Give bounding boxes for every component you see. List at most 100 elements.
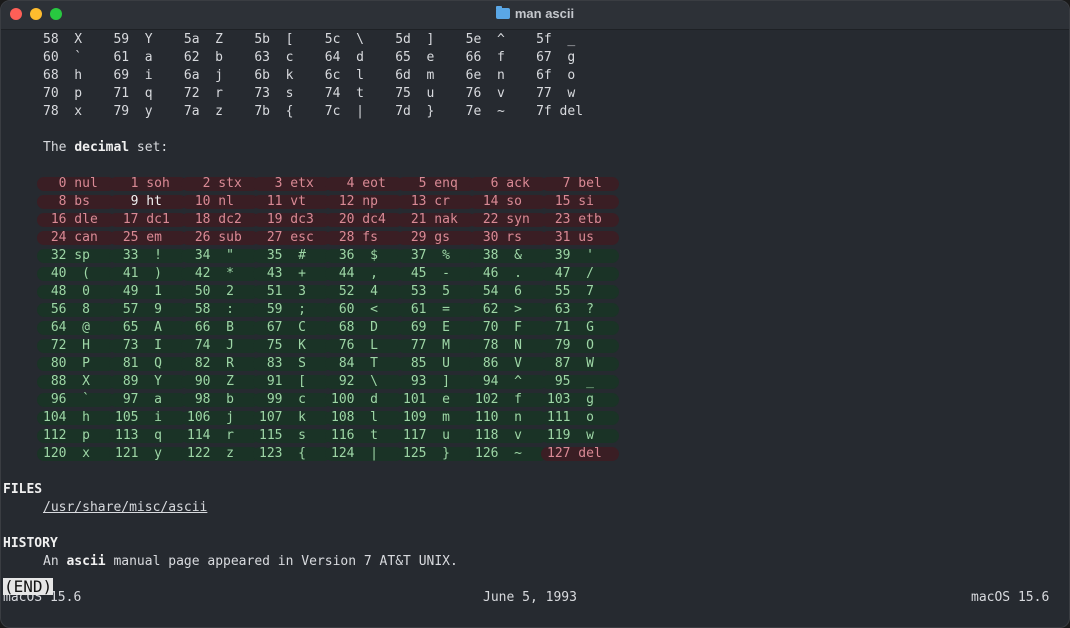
ascii-cell: 60 <: [331, 302, 386, 317]
ascii-cell: 106 j: [187, 410, 242, 425]
ascii-cell: 102 f: [475, 392, 530, 407]
ascii-cell: 111 o: [547, 410, 602, 425]
ascii-cell: 114 r: [187, 428, 242, 443]
ascii-cell: 81 Q: [115, 356, 170, 371]
ascii-cell: 50 2: [187, 284, 242, 299]
ascii-cell: 29 gs: [403, 230, 458, 245]
ascii-cell: 76 L: [331, 338, 386, 353]
ascii-cell: 64 @: [43, 320, 98, 335]
footer-center: June 5, 1993: [483, 590, 577, 605]
ascii-cell: 69 E: [403, 320, 458, 335]
ascii-cell: 19 dc3: [259, 212, 314, 227]
ascii-cell: 101 e: [403, 392, 458, 407]
ascii-cell: 28 fs: [331, 230, 386, 245]
ascii-cell: 11 vt: [259, 194, 314, 209]
ascii-cell: 113 q: [115, 428, 170, 443]
ascii-cell: 124 |: [331, 446, 386, 461]
ascii-cell: 18 dc2: [187, 212, 242, 227]
ascii-cell: 23 etb: [547, 212, 602, 227]
ascii-cell: 59 ;: [259, 302, 314, 317]
ascii-cell: 52 4: [331, 284, 386, 299]
decimal-intro-bold: decimal: [74, 140, 130, 155]
ascii-cell: 80 P: [43, 356, 98, 371]
ascii-cell: 46 .: [475, 266, 530, 281]
ascii-cell: 38 &: [475, 248, 530, 263]
ascii-cell: 34 ": [187, 248, 242, 263]
ascii-cell: 96 `: [43, 392, 98, 407]
ascii-cell: 74 J: [187, 338, 242, 353]
ascii-cell: 73 I: [115, 338, 170, 353]
ascii-cell: 2 stx: [187, 176, 242, 191]
ascii-cell: 10 nl: [187, 194, 242, 209]
ascii-cell: 42 *: [187, 266, 242, 281]
ascii-cell: 90 Z: [187, 374, 242, 389]
ascii-cell: 88 X: [43, 374, 98, 389]
ascii-cell: 92 \: [331, 374, 386, 389]
ascii-cell: 47 /: [547, 266, 602, 281]
ascii-cell: 100 d: [331, 392, 386, 407]
ascii-cell: 53 5: [403, 284, 458, 299]
ascii-cell: 21 nak: [403, 212, 458, 227]
ascii-cell: 127 del: [547, 446, 602, 461]
ascii-cell: 35 #: [259, 248, 314, 263]
ascii-cell: 118 v: [475, 428, 530, 443]
terminal-window: man ascii 58 X 59 Y 5a Z 5b [ 5c \ 5d ] …: [0, 0, 1070, 628]
ascii-cell: 61 =: [403, 302, 458, 317]
ascii-cell: 44 ,: [331, 266, 386, 281]
ascii-cell: 70 F: [475, 320, 530, 335]
ascii-cell: 120 x: [43, 446, 98, 461]
ascii-cell: 15 si: [547, 194, 602, 209]
ascii-cell: 108 l: [331, 410, 386, 425]
ascii-cell: 83 S: [259, 356, 314, 371]
ascii-cell: 17 dc1: [115, 212, 170, 227]
ascii-cell: 8 bs: [43, 194, 98, 209]
ascii-cell: 40 (: [43, 266, 98, 281]
hex-row: 68 h 69 i 6a j 6b k 6c l 6d m 6e n 6f o: [43, 68, 576, 83]
history-text: An ascii manual page appeared in Version…: [43, 553, 458, 571]
ascii-cell: 87 W: [547, 356, 602, 371]
ascii-cell: 109 m: [403, 410, 458, 425]
ascii-cell: 103 g: [547, 392, 602, 407]
ascii-cell: 79 O: [547, 338, 602, 353]
ascii-cell: 98 b: [187, 392, 242, 407]
ascii-cell: 62 >: [475, 302, 530, 317]
ascii-cell: 104 h: [43, 410, 98, 425]
history-suffix: manual page appeared in Version 7 AT&T U…: [105, 554, 458, 569]
ascii-cell: 1 soh: [115, 176, 170, 191]
ascii-cell: 71 G: [547, 320, 602, 335]
ascii-cell: 93 ]: [403, 374, 458, 389]
hex-row: 58 X 59 Y 5a Z 5b [ 5c \ 5d ] 5e ^ 5f _: [43, 32, 576, 47]
ascii-cell: 4 eot: [331, 176, 386, 191]
ascii-cell: 122 z: [187, 446, 242, 461]
ascii-cell: 94 ^: [475, 374, 530, 389]
hex-row: 78 x 79 y 7a z 7b { 7c | 7d } 7e ~ 7f de…: [43, 104, 584, 119]
ascii-cell: 77 M: [403, 338, 458, 353]
window-title-text: man ascii: [514, 6, 575, 21]
decimal-intro-suffix: set:: [129, 140, 169, 155]
ascii-cell: 13 cr: [403, 194, 458, 209]
pager-status: (END): [3, 577, 54, 596]
title-bar[interactable]: man ascii: [1, 1, 1069, 30]
terminal-content[interactable]: 58 X 59 Y 5a Z 5b [ 5c \ 5d ] 5e ^ 5f _ …: [1, 29, 1069, 627]
ascii-cell: 45 -: [403, 266, 458, 281]
ascii-cell: 55 7: [547, 284, 602, 299]
ascii-cell: 25 em: [115, 230, 170, 245]
ascii-cell: 67 C: [259, 320, 314, 335]
ascii-cell: 33 !: [115, 248, 170, 263]
ascii-cell: 48 0: [43, 284, 98, 299]
ascii-cell: 86 V: [475, 356, 530, 371]
ascii-cell: 66 B: [187, 320, 242, 335]
hex-row: 70 p 71 q 72 r 73 s 74 t 75 u 76 v 77 w: [43, 86, 576, 101]
ascii-cell: 0 nul: [43, 176, 98, 191]
files-path-link[interactable]: /usr/share/misc/ascii: [43, 499, 207, 517]
ascii-cell: 51 3: [259, 284, 314, 299]
ascii-cell: 110 n: [475, 410, 530, 425]
ascii-cell: 105 i: [115, 410, 170, 425]
ascii-cell: 37 %: [403, 248, 458, 263]
ascii-cell: 95 _: [547, 374, 602, 389]
ascii-cell: 14 so: [475, 194, 530, 209]
ascii-cell: 49 1: [115, 284, 170, 299]
history-prefix: An: [43, 554, 67, 569]
ascii-cell: 57 9: [115, 302, 170, 317]
ascii-cell: 99 c: [259, 392, 314, 407]
